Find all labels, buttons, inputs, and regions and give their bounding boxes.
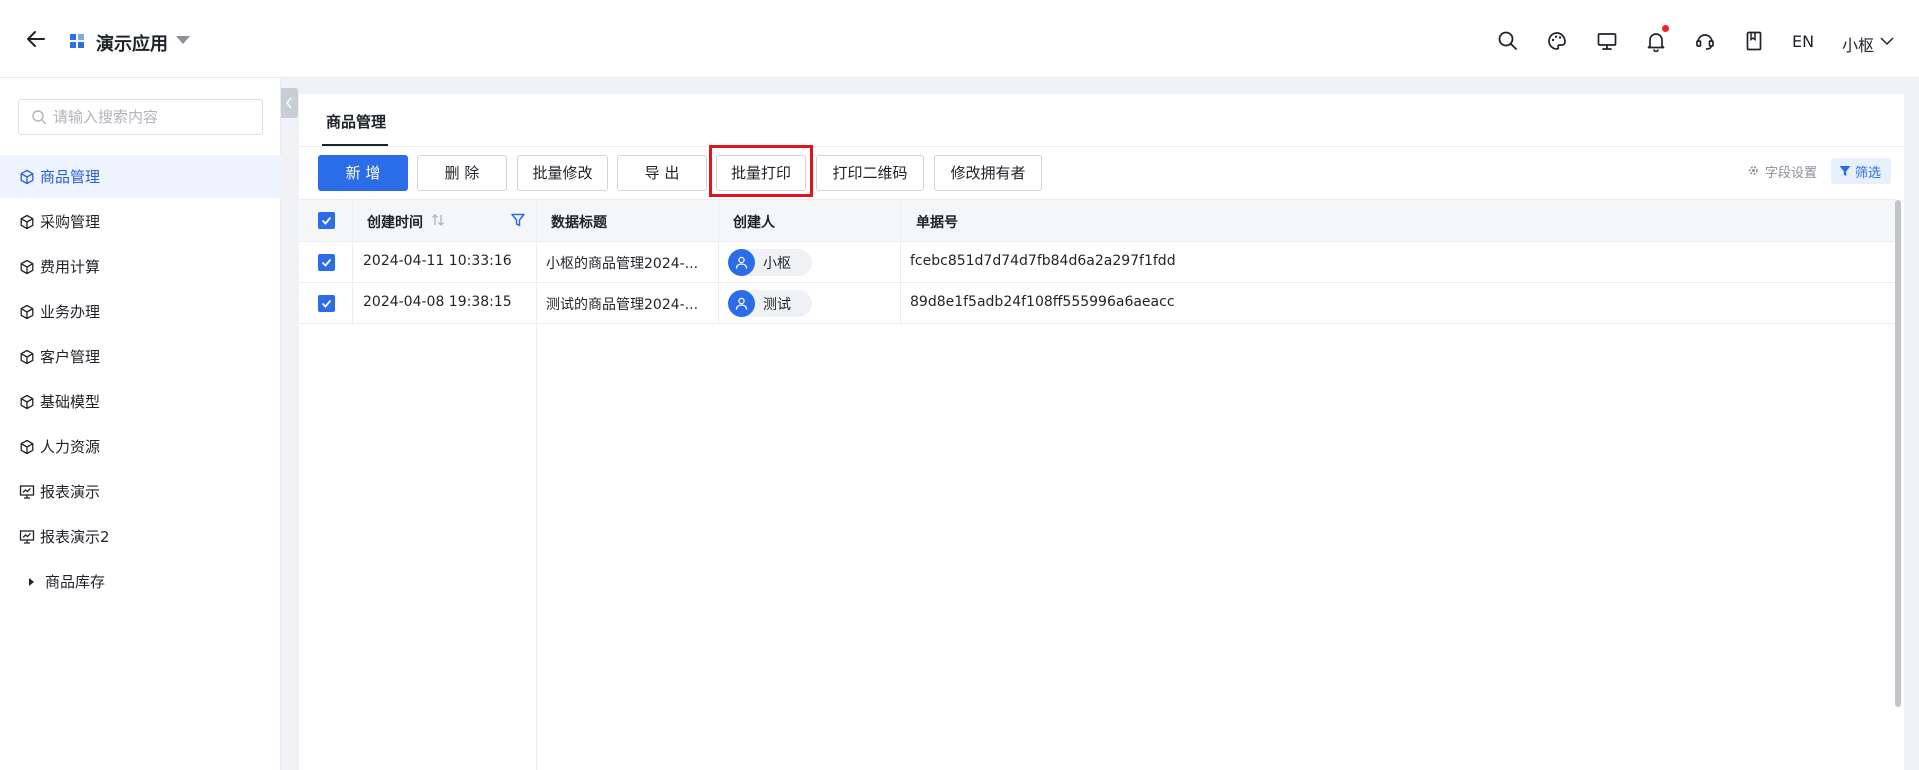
cell-created-time: 2024-04-11 10:33:16: [363, 253, 512, 269]
field-settings-link[interactable]: 字段设置: [1765, 162, 1817, 181]
search-icon[interactable]: [1497, 30, 1519, 52]
tab-product-management[interactable]: 商品管理: [326, 111, 386, 132]
cube-icon: [20, 349, 34, 365]
funnel-icon: [1839, 166, 1851, 176]
sidebar: 商品管理 采购管理 费用计算 业务办理 客户管理 基础模型 人力资源 报表演示 …: [0, 78, 281, 770]
table-header-row: 创建时间 数据标题 创建人 单据号: [299, 200, 1896, 242]
creator-name: 测试: [763, 297, 791, 313]
sidebar-item-base-model[interactable]: 基础模型: [0, 380, 281, 423]
cell-created-time: 2024-04-08 19:38:15: [363, 294, 512, 310]
delete-button[interactable]: 删 除: [417, 155, 507, 191]
tab-divider: [299, 146, 1904, 147]
search-icon: [32, 110, 47, 125]
notification-badge-dot: [1662, 25, 1669, 32]
report-icon: [19, 485, 35, 499]
user-menu[interactable]: 小枢: [1842, 32, 1874, 56]
sidebar-item-report-demo-2[interactable]: 报表演示2: [0, 515, 281, 558]
add-button[interactable]: 新 增: [318, 155, 408, 191]
notification-bell-icon[interactable]: [1645, 30, 1667, 52]
cube-icon: [20, 259, 34, 275]
sidebar-item-label: 采购管理: [40, 213, 101, 231]
cell-doc-number: fcebc851d7d74d7fb84d6a2a297f1fdd: [910, 253, 1176, 269]
sort-icon[interactable]: [431, 213, 445, 227]
user-avatar-icon: [728, 249, 755, 276]
sidebar-item-human-resources[interactable]: 人力资源: [0, 425, 281, 468]
column-filter-funnel-icon[interactable]: [511, 213, 525, 227]
sidebar-item-label: 费用计算: [40, 258, 101, 276]
language-switch[interactable]: EN: [1792, 32, 1814, 51]
row-checkbox[interactable]: [318, 254, 335, 271]
app-grid-icon: [70, 34, 84, 48]
sidebar-item-report-demo[interactable]: 报表演示: [0, 470, 281, 513]
row-checkbox[interactable]: [318, 295, 335, 312]
sidebar-item-label: 商品库存: [45, 573, 106, 591]
creator-chip: 小枢: [728, 249, 812, 276]
sidebar-item-label: 人力资源: [40, 438, 101, 456]
cube-icon: [20, 439, 34, 455]
sidebar-search-box[interactable]: [18, 99, 263, 135]
back-arrow-icon[interactable]: [24, 27, 48, 51]
cube-icon: [20, 394, 34, 410]
print-qr-code-button[interactable]: 打印二维码: [816, 155, 924, 191]
theme-palette-icon[interactable]: [1546, 30, 1568, 52]
sidebar-item-business-handling[interactable]: 业务办理: [0, 290, 281, 333]
chevron-down-icon[interactable]: [1880, 36, 1894, 46]
sidebar-item-label: 业务办理: [40, 303, 101, 321]
sidebar-item-product-management[interactable]: 商品管理: [0, 155, 281, 198]
column-header-creator[interactable]: 创建人: [733, 212, 775, 232]
highlight-annotation-box: [709, 145, 813, 197]
table-row[interactable]: 2024-04-08 19:38:15 测试的商品管理2024-... 测试 8…: [299, 283, 1896, 324]
sidebar-collapse-toggle[interactable]: [281, 88, 298, 118]
sidebar-item-purchase-management[interactable]: 采购管理: [0, 200, 281, 243]
gear-icon[interactable]: [1747, 164, 1760, 177]
export-button[interactable]: 导 出: [617, 155, 707, 191]
change-owner-button[interactable]: 修改拥有者: [934, 155, 1042, 191]
top-header: 演示应用 EN 小枢: [0, 0, 1919, 78]
table-row[interactable]: 2024-04-11 10:33:16 小枢的商品管理2024-... 小枢 f…: [299, 242, 1896, 283]
filter-button[interactable]: 筛选: [1831, 158, 1891, 184]
sidebar-item-label: 报表演示: [40, 483, 101, 501]
cube-icon: [20, 304, 34, 320]
creator-name: 小枢: [763, 256, 791, 272]
caret-right-icon[interactable]: [29, 578, 34, 586]
sidebar-item-customer-management[interactable]: 客户管理: [0, 335, 281, 378]
cube-icon: [20, 214, 34, 230]
cell-data-title[interactable]: 测试的商品管理2024-...: [546, 294, 698, 314]
app-title[interactable]: 演示应用: [96, 30, 168, 56]
creator-chip: 测试: [728, 290, 812, 317]
monitor-icon[interactable]: [1596, 30, 1618, 52]
sidebar-item-label: 客户管理: [40, 348, 101, 366]
select-all-checkbox[interactable]: [318, 212, 335, 229]
column-header-created-time[interactable]: 创建时间: [367, 212, 423, 232]
sidebar-item-product-inventory[interactable]: 商品库存: [0, 560, 281, 603]
table-vertical-scrollbar[interactable]: [1895, 200, 1901, 707]
sidebar-item-expense-calculation[interactable]: 费用计算: [0, 245, 281, 288]
filter-button-label: 筛选: [1855, 166, 1882, 181]
main-content: 商品管理 新 增 删 除 批量修改 导 出 批量打印 打印二维码 修改拥有者 字…: [299, 94, 1904, 770]
cell-doc-number: 89d8e1f5adb24f108ff555996a6aeacc: [910, 294, 1175, 310]
chevron-left-icon: [286, 97, 292, 109]
sidebar-item-label: 商品管理: [40, 168, 101, 186]
sidebar-search-input[interactable]: [53, 106, 258, 128]
data-table: 创建时间 数据标题 创建人 单据号 2024-04-11 10:33:16 小枢…: [299, 199, 1896, 770]
customer-service-headset-icon[interactable]: [1694, 30, 1716, 52]
sidebar-item-label: 基础模型: [40, 393, 101, 411]
user-avatar-icon: [728, 290, 755, 317]
sidebar-item-label: 报表演示2: [40, 528, 110, 546]
batch-edit-button[interactable]: 批量修改: [517, 155, 608, 191]
app-switch-caret-icon[interactable]: [176, 36, 190, 44]
help-book-icon[interactable]: [1743, 30, 1765, 52]
column-header-doc-number[interactable]: 单据号: [916, 212, 958, 232]
column-header-data-title[interactable]: 数据标题: [551, 212, 607, 232]
cell-data-title[interactable]: 小枢的商品管理2024-...: [546, 253, 698, 273]
cube-icon: [20, 169, 34, 185]
report-icon: [19, 530, 35, 544]
